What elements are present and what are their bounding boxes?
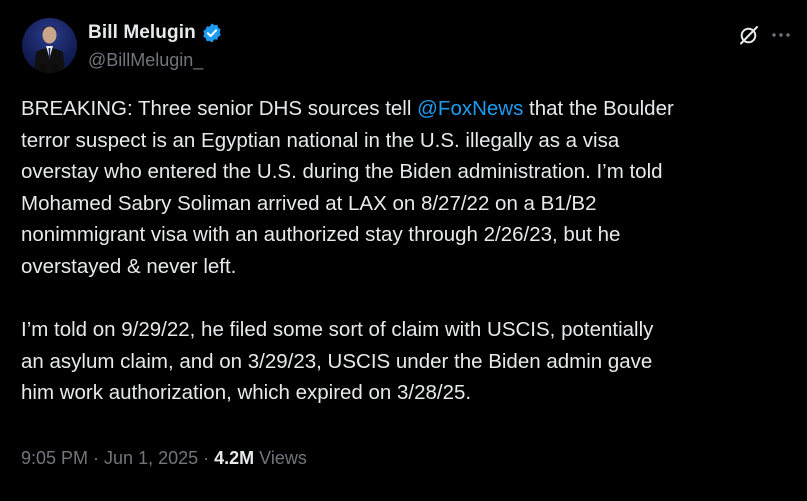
text-line: overstayed & never left.: [21, 254, 237, 278]
display-name-row: Bill Melugin: [88, 20, 223, 46]
handle[interactable]: @BillMelugin_: [88, 50, 223, 71]
author-names: Bill Melugin @BillMelugin_: [88, 20, 223, 71]
more-icon[interactable]: [770, 24, 792, 46]
tweet-time[interactable]: 9:05 PM: [21, 448, 88, 468]
text-line: that the Boulder: [523, 97, 674, 120]
tweet: Bill Melugin @BillMelugin_ BREAKING: Thr…: [0, 0, 807, 501]
display-name[interactable]: Bill Melugin: [88, 22, 196, 44]
grok-icon[interactable]: [738, 24, 760, 46]
avatar-image: [34, 26, 65, 73]
tweet-date[interactable]: Jun 1, 2025: [104, 448, 198, 468]
views-count: 4.2M: [214, 448, 255, 468]
tweet-meta: 9:05 PM · Jun 1, 2025 · 4.2M Views: [21, 448, 307, 469]
text-line: I’m told on 9/29/22, he filed some sort …: [21, 318, 654, 342]
text-line: him work authorization, which expired on…: [21, 381, 472, 405]
tweet-paragraph-2: I’m told on 9/29/22, he filed some sort …: [21, 314, 796, 409]
text-line: nonimmigrant visa with an authorized sta…: [21, 223, 621, 247]
mention-link-foxnews[interactable]: @FoxNews: [417, 97, 523, 120]
tweet-paragraph-1: BREAKING: Three senior DHS sources tell …: [21, 93, 796, 283]
tweet-header: Bill Melugin @BillMelugin_: [22, 18, 792, 78]
text-line: overstay who entered the U.S. during the…: [21, 160, 663, 184]
meta-separator: ·: [88, 448, 105, 468]
meta-separator: ·: [198, 448, 215, 468]
verified-badge-icon[interactable]: [201, 22, 223, 44]
text-line: BREAKING: Three senior DHS sources tell: [21, 97, 418, 120]
avatar[interactable]: [22, 18, 77, 73]
text-line: an asylum claim, and on 3/29/23, USCIS u…: [21, 349, 653, 373]
text-line: terror suspect is an Egyptian national i…: [21, 128, 620, 152]
tweet-text: BREAKING: Three senior DHS sources tell …: [21, 93, 796, 409]
views-label: Views: [254, 448, 307, 468]
text-line: Mohamed Sabry Soliman arrived at LAX on …: [21, 191, 597, 215]
